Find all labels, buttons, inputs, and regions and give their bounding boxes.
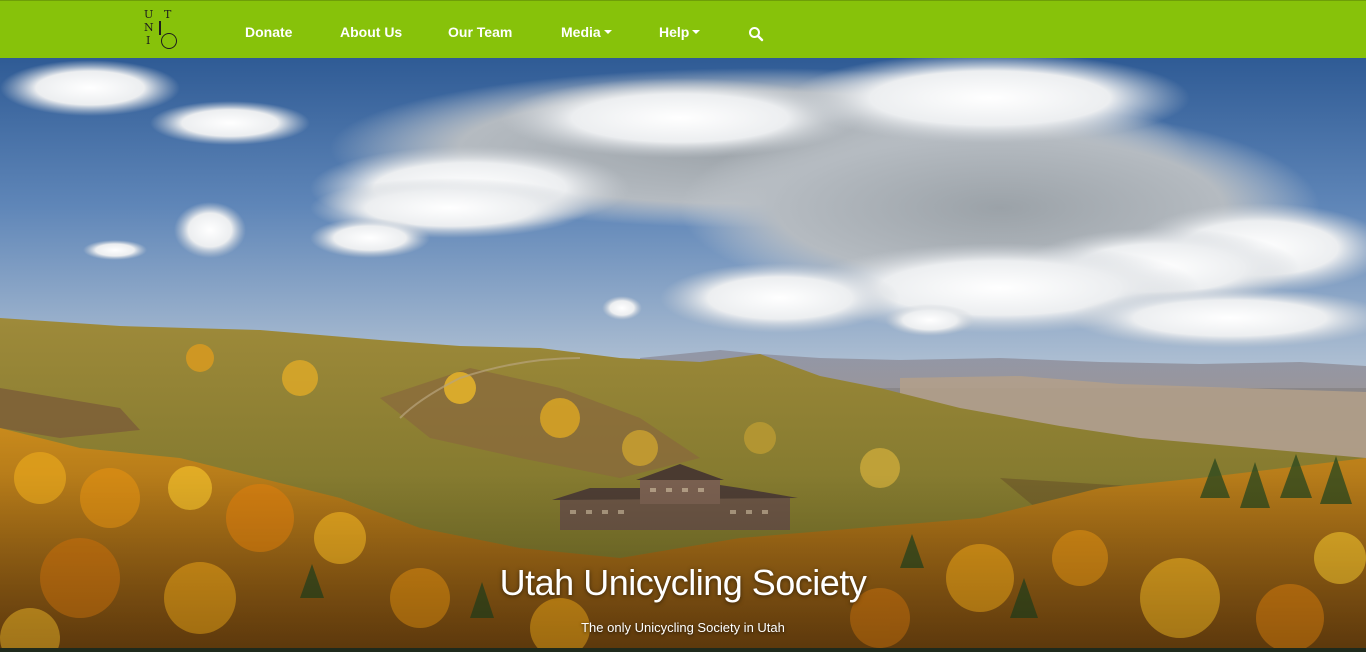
logo-stroke (159, 21, 161, 35)
logo-letter-u: U (144, 8, 154, 21)
nav-our-team-label: Our Team (448, 24, 513, 40)
caret-down-icon (603, 30, 612, 35)
nav-media-label: Media (561, 24, 601, 40)
nav-donate-label: Donate (245, 24, 293, 40)
nav-help-label: Help (659, 24, 690, 40)
nav-donate[interactable]: Donate (245, 1, 292, 59)
site-logo[interactable]: U T N I (140, 7, 182, 53)
hero-subtitle: The only Unicycling Society in Utah (581, 620, 785, 635)
search-icon[interactable] (748, 26, 764, 42)
hero-banner: Utah Unicycling Society The only Unicycl… (0, 58, 1366, 652)
logo-letter-t: T (164, 8, 172, 21)
nav-help-dropdown[interactable]: Help (659, 1, 701, 59)
nav-our-team[interactable]: Our Team (448, 1, 512, 59)
nav-about-us[interactable]: About Us (340, 1, 402, 59)
hero-title: Utah Unicycling Society (499, 562, 867, 603)
top-navbar: U T N I Donate About Us Our Team Media H… (0, 0, 1366, 58)
page-bottom-edge (0, 648, 1366, 652)
page: U T N I Donate About Us Our Team Media H… (0, 0, 1366, 652)
logo-ring (161, 33, 177, 49)
logo-letter-n: N (144, 21, 154, 34)
nav-media-dropdown[interactable]: Media (561, 1, 612, 59)
logo-letter-i: I (146, 34, 151, 47)
caret-down-icon (692, 30, 701, 35)
nav-about-us-label: About Us (340, 24, 403, 40)
